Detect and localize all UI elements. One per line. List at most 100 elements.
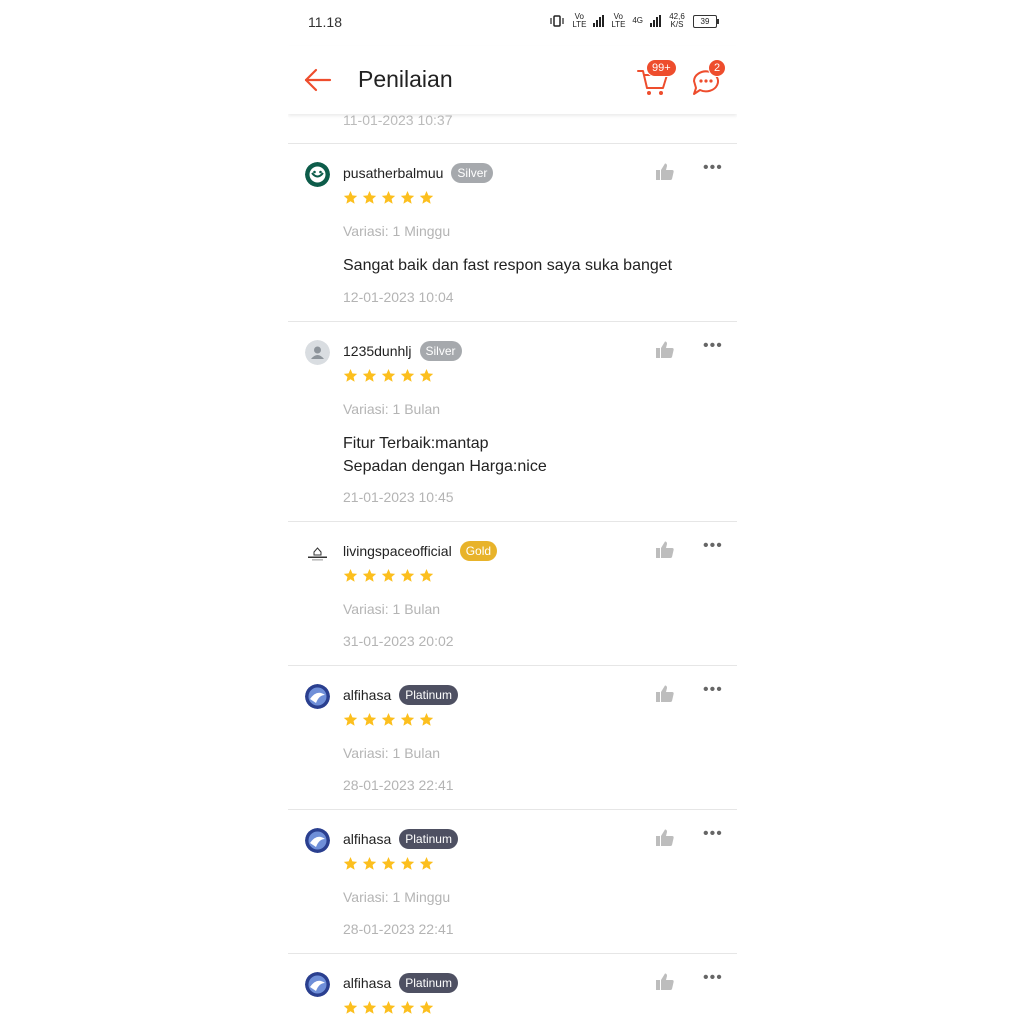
username[interactable]: alfihasa Platinum: [343, 973, 458, 993]
star-icon: [381, 368, 396, 382]
star-icon: [400, 368, 415, 382]
cart-badge: 99+: [646, 59, 677, 77]
rating-stars: [343, 856, 434, 871]
variant-text: Variasi: 1 Bulan: [343, 401, 441, 417]
previous-review-date: 11-01-2023 10:37: [343, 112, 453, 128]
username[interactable]: alfihasa Platinum: [343, 685, 458, 705]
username[interactable]: livingspaceofficial Gold: [343, 541, 498, 561]
star-icon: [343, 856, 358, 870]
comment-line: Sangat baik dan fast respon saya suka ba…: [343, 257, 673, 274]
username-text[interactable]: alfihasa: [343, 687, 391, 703]
star-icon: [400, 568, 415, 582]
rating-stars: [343, 190, 434, 205]
phone-screen: 11.18 Vo LTE Vo LTE 4G 42,6 K/S 39 Penil…: [288, 0, 737, 1024]
rating-stars: [343, 712, 434, 727]
more-options-icon[interactable]: •••: [703, 538, 723, 554]
star-icon: [419, 190, 434, 204]
signal-icon: [593, 15, 605, 27]
review-item: pusatherbalmuu Silver Variasi: 1 Minggu S…: [288, 143, 737, 322]
star-icon: [343, 568, 358, 582]
star-icon: [381, 712, 396, 726]
star-icon: [419, 712, 434, 726]
status-bar: 11.18 Vo LTE Vo LTE 4G 42,6 K/S 39: [288, 0, 737, 46]
comment-line: Fitur Terbaik:mantap: [343, 435, 489, 452]
more-options-icon[interactable]: •••: [703, 970, 723, 986]
star-icon: [400, 712, 415, 726]
star-icon: [362, 368, 377, 382]
tier-badge: Gold: [459, 541, 498, 561]
star-icon: [400, 190, 415, 204]
star-icon: [381, 568, 396, 582]
thumbs-up-icon[interactable]: [655, 162, 675, 182]
tier-badge: Platinum: [399, 685, 458, 705]
review-item: alfihasa Platinum •••: [288, 953, 737, 1024]
volte-icon: Vo LTE: [572, 12, 587, 29]
review-comment: Fitur Terbaik:mantap Sepadan dengan Harg…: [343, 432, 547, 478]
star-icon: [362, 856, 377, 870]
username-text[interactable]: alfihasa: [343, 831, 391, 847]
back-arrow-icon[interactable]: [302, 64, 334, 96]
variant-text: Variasi: 1 Bulan: [343, 601, 441, 617]
star-icon: [343, 368, 358, 382]
avatar[interactable]: [305, 340, 330, 365]
username[interactable]: pusatherbalmuu Silver: [343, 163, 494, 183]
more-options-icon[interactable]: •••: [703, 682, 723, 698]
star-icon: [362, 568, 377, 582]
review-item: livingspaceofficial Gold Variasi: 1 Bulan…: [288, 521, 737, 666]
thumbs-up-icon[interactable]: [655, 540, 675, 560]
review-date: 12-01-2023 10:04: [343, 289, 454, 305]
thumbs-up-icon[interactable]: [655, 972, 675, 992]
star-icon: [343, 190, 358, 204]
star-icon: [362, 1000, 377, 1014]
thumbs-up-icon[interactable]: [655, 340, 675, 360]
thumbs-up-icon[interactable]: [655, 684, 675, 704]
avatar[interactable]: [305, 828, 330, 853]
review-date: 28-01-2023 22:41: [343, 777, 454, 793]
star-icon: [400, 1000, 415, 1014]
avatar[interactable]: [305, 162, 330, 187]
avatar[interactable]: [305, 972, 330, 997]
chat-badge: 2: [708, 59, 727, 77]
review-date: 28-01-2023 22:41: [343, 921, 454, 937]
tier-badge: Silver: [419, 341, 462, 361]
review-item: alfihasa Platinum Variasi: 1 Bulan 28-01-…: [288, 665, 737, 810]
volte-icon-2: Vo LTE: [611, 12, 626, 29]
star-icon: [381, 1000, 396, 1014]
review-date: 31-01-2023 20:02: [343, 633, 454, 649]
tier-badge: Platinum: [399, 829, 458, 849]
rating-stars: [343, 368, 434, 383]
username-text[interactable]: livingspaceofficial: [343, 543, 452, 559]
signal-icon-2: [650, 15, 661, 27]
more-options-icon[interactable]: •••: [703, 338, 723, 354]
variant-text: Variasi: 1 Bulan: [343, 745, 441, 761]
star-icon: [419, 568, 434, 582]
username[interactable]: alfihasa Platinum: [343, 829, 458, 849]
review-item: alfihasa Platinum Variasi: 1 Minggu 28-01…: [288, 809, 737, 954]
vibrate-icon: [550, 15, 564, 27]
more-options-icon[interactable]: •••: [703, 160, 723, 176]
review-item: 1235dunhlj Silver Variasi: 1 Bulan Fitur …: [288, 321, 737, 522]
star-icon: [419, 1000, 434, 1014]
comment-line: Sepadan dengan Harga:nice: [343, 458, 547, 475]
variant-text: Variasi: 1 Minggu: [343, 223, 451, 239]
star-icon: [381, 190, 396, 204]
net-speed: 42,6 K/S: [669, 12, 685, 29]
star-icon: [343, 712, 358, 726]
username-text[interactable]: alfihasa: [343, 975, 391, 991]
thumbs-up-icon[interactable]: [655, 828, 675, 848]
username-text[interactable]: pusatherbalmuu: [343, 165, 443, 181]
star-icon: [400, 856, 415, 870]
username-text[interactable]: 1235dunhlj: [343, 343, 412, 359]
username[interactable]: 1235dunhlj Silver: [343, 341, 462, 361]
more-options-icon[interactable]: •••: [703, 826, 723, 842]
star-icon: [343, 1000, 358, 1014]
avatar[interactable]: [305, 684, 330, 709]
status-time: 11.18: [308, 14, 342, 30]
review-comment: Sangat baik dan fast respon saya suka ba…: [343, 254, 672, 277]
tier-badge: Platinum: [399, 973, 458, 993]
star-icon: [362, 190, 377, 204]
app-header: Penilaian 99+ 2: [288, 46, 737, 114]
star-icon: [362, 712, 377, 726]
star-icon: [419, 368, 434, 382]
avatar[interactable]: [305, 540, 330, 565]
